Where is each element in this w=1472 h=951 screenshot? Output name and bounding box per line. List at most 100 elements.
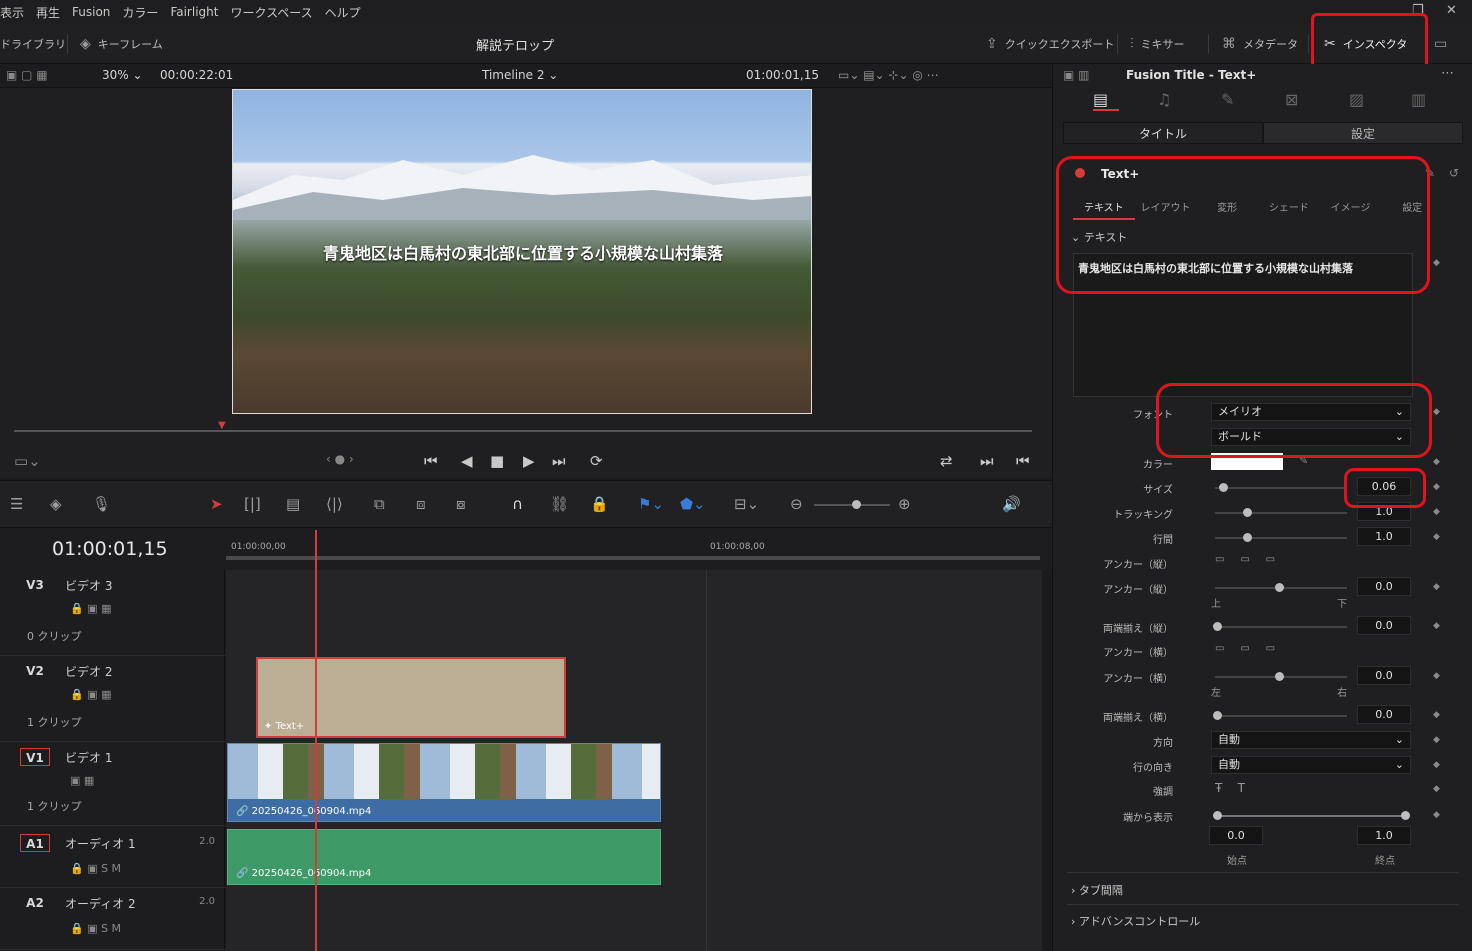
quick-export-button[interactable]: ⇪ クイックエクスポート (986, 24, 1114, 64)
lock-icon[interactable]: 🔒 (590, 495, 609, 513)
reverse-icon[interactable]: ◀ (461, 452, 473, 470)
media-pool-button[interactable]: ドライブラリ (0, 24, 66, 64)
keyframe-diamond-icon[interactable]: ◆ (1433, 710, 1440, 720)
justify-v-input[interactable]: 0.0 (1357, 616, 1411, 635)
link-icon[interactable]: ⛓ (550, 495, 569, 513)
scrubber[interactable]: ▼ (0, 418, 1052, 448)
direction-select[interactable]: 自動 ⌄ (1211, 731, 1411, 749)
insert-icon[interactable]: ⧉ (374, 495, 385, 513)
track-controls-icon[interactable]: 🔒 ▣ ▦ (70, 602, 111, 615)
keyframe-diamond-icon[interactable]: ◆ (1433, 532, 1440, 542)
more-icon[interactable]: ⋯ (1441, 66, 1454, 81)
audio-clip[interactable]: 🔗 20250426_060904.mp4 (227, 829, 661, 885)
select-tool-icon[interactable]: ➤ (210, 495, 223, 513)
keyframe-diamond-icon[interactable]: ◆ (1433, 457, 1440, 467)
file-tab-icon[interactable]: ▥ (1411, 90, 1426, 109)
anchor-v-input[interactable]: 0.0 (1357, 577, 1411, 596)
track-id[interactable]: A1 (20, 834, 50, 852)
jog-icon[interactable]: ‹ ● › (326, 452, 354, 466)
close-icon[interactable]: ✕ (1446, 3, 1457, 18)
snapping-icon[interactable]: ∩ (512, 495, 523, 513)
safe-area-icon[interactable]: ▭⌄ (14, 452, 41, 470)
write-on-slider[interactable] (1213, 811, 1410, 820)
zoom-slider-knob[interactable] (852, 500, 861, 509)
keyframe-diamond-icon[interactable]: ◆ (1433, 784, 1440, 794)
zoom-select[interactable]: 30% ⌄ (102, 68, 143, 82)
track-v3[interactable]: V3 ビデオ 3 🔒 ▣ ▦ 0 クリップ (0, 570, 225, 656)
transition-tab-icon[interactable]: ⊠ (1285, 90, 1298, 109)
justify-v-slider[interactable] (1213, 622, 1347, 631)
keyframes-button[interactable]: ◈ キーフレーム (80, 24, 163, 64)
go-to-start-icon[interactable]: ⏮ (424, 452, 438, 470)
keyframe-diamond-icon[interactable]: ◆ (1433, 671, 1440, 681)
flag-icon[interactable]: ⚑⌄ (638, 495, 664, 513)
viewer-layout-icon[interactable]: ▣ ▢ ▦ (6, 68, 48, 82)
stop-icon[interactable]: ■ (490, 452, 504, 470)
play-icon[interactable]: ▶ (523, 452, 535, 470)
menu-playback[interactable]: 再生 (36, 4, 60, 21)
line-spacing-input[interactable]: 1.0 (1357, 527, 1411, 546)
track-controls-icon[interactable]: 🔒 ▣ ▦ (70, 688, 111, 701)
volume-icon[interactable]: 🔊 (1002, 495, 1021, 513)
zoom-mode-icon[interactable]: ⊟⌄ (734, 495, 759, 513)
keyframe-diamond-icon[interactable]: ◆ (1433, 760, 1440, 770)
keyframe-diamond-icon[interactable]: ◆ (1433, 582, 1440, 592)
keyframe-diamond-icon[interactable]: ◆ (1433, 810, 1440, 820)
write-end-input[interactable]: 1.0 (1357, 826, 1411, 845)
tracking-slider[interactable] (1215, 508, 1347, 517)
menu-workspace[interactable]: ワークスペース (230, 4, 312, 21)
replace-icon[interactable]: ⧇ (456, 495, 466, 513)
fullscreen-icon[interactable]: ▭ (1434, 24, 1454, 64)
match-frame-icon[interactable]: ⇄ (940, 452, 953, 470)
mixer-button[interactable]: ⫶ ミキサー (1130, 24, 1185, 64)
timeline-options-icon[interactable]: ☰ (10, 495, 23, 513)
tab-title[interactable]: タイトル (1063, 122, 1263, 144)
line-direction-select[interactable]: 自動 ⌄ (1211, 756, 1411, 774)
blade-tool-icon[interactable]: ▤ (286, 495, 300, 513)
menu-color[interactable]: カラー (122, 4, 158, 21)
anchor-h-input[interactable]: 0.0 (1357, 666, 1411, 685)
anchor-v-buttons-icon[interactable]: ▭ ▭ ▭ (1215, 554, 1275, 565)
anchor-v-slider[interactable] (1215, 583, 1347, 592)
audio-tab-icon[interactable]: ♫ (1157, 90, 1171, 109)
track-id[interactable]: V1 (20, 748, 50, 766)
voiceover-icon[interactable]: 🎙 (92, 495, 111, 513)
keyframe-diamond-icon[interactable]: ◆ (1433, 507, 1440, 517)
tab-settings[interactable]: 設定 (1263, 122, 1463, 144)
timeline-ruler[interactable]: 01:00:00,00 01:00:08,00 (226, 528, 1040, 560)
anchor-h-slider[interactable] (1215, 672, 1347, 681)
keyframe-diamond-icon[interactable]: ◆ (1433, 735, 1440, 745)
track-a1[interactable]: A1 オーディオ 1 2.0 🔒 ▣ S M (0, 828, 225, 888)
marker-icon[interactable]: ⬟⌄ (680, 495, 706, 513)
write-start-input[interactable]: 0.0 (1209, 826, 1263, 845)
text-plus-clip[interactable]: ✦ Text+ (256, 657, 566, 738)
track-v2[interactable]: V2 ビデオ 2 🔒 ▣ ▦ 1 クリップ (0, 656, 225, 742)
dynamic-trim-icon[interactable]: ⟨|⟩ (326, 495, 343, 513)
track-controls-icon[interactable]: 🔒 ▣ S M (70, 862, 121, 875)
justify-h-slider[interactable] (1213, 711, 1347, 720)
panel-icon[interactable]: ▣ ▥ (1063, 68, 1090, 82)
next-edit-icon[interactable]: ⏭ (980, 452, 994, 470)
justify-h-input[interactable]: 0.0 (1357, 705, 1411, 724)
image-tab-icon[interactable]: ▨ (1349, 90, 1364, 109)
overwrite-icon[interactable]: ⧈ (416, 495, 426, 513)
keyframe-track-icon[interactable]: ◈ (50, 495, 62, 513)
tab-spacing-section[interactable]: › タブ間隔 (1071, 882, 1123, 898)
go-to-end-icon[interactable]: ⏭ (552, 452, 566, 470)
keyframe-diamond-icon[interactable]: ◆ (1433, 258, 1440, 268)
effects-tab-icon[interactable]: ✎ (1221, 90, 1234, 109)
emphasis-buttons-icon[interactable]: Ŧ T (1215, 781, 1245, 795)
reset-icon[interactable]: ↺ (1449, 166, 1459, 180)
timeline-select[interactable]: Timeline 2 ⌄ (482, 68, 558, 82)
keyframe-diamond-icon[interactable]: ◆ (1433, 482, 1440, 492)
menu-view[interactable]: 表示 (0, 4, 24, 21)
keyframe-diamond-icon[interactable]: ◆ (1433, 407, 1440, 417)
trim-tool-icon[interactable]: [|] (244, 495, 261, 513)
track-v1[interactable]: V1 ビデオ 1 ▣ ▦ 1 クリップ (0, 742, 225, 826)
zoom-in-icon[interactable]: ⊕ (898, 495, 911, 513)
size-slider[interactable] (1215, 483, 1347, 492)
track-a2[interactable]: A2 オーディオ 2 2.0 🔒 ▣ S M (0, 888, 225, 950)
video-tab-icon[interactable]: ▤ (1093, 90, 1119, 111)
video-clip[interactable]: 🔗 20250426_060904.mp4 (227, 743, 661, 822)
zoom-out-icon[interactable]: ⊖ (790, 495, 803, 513)
